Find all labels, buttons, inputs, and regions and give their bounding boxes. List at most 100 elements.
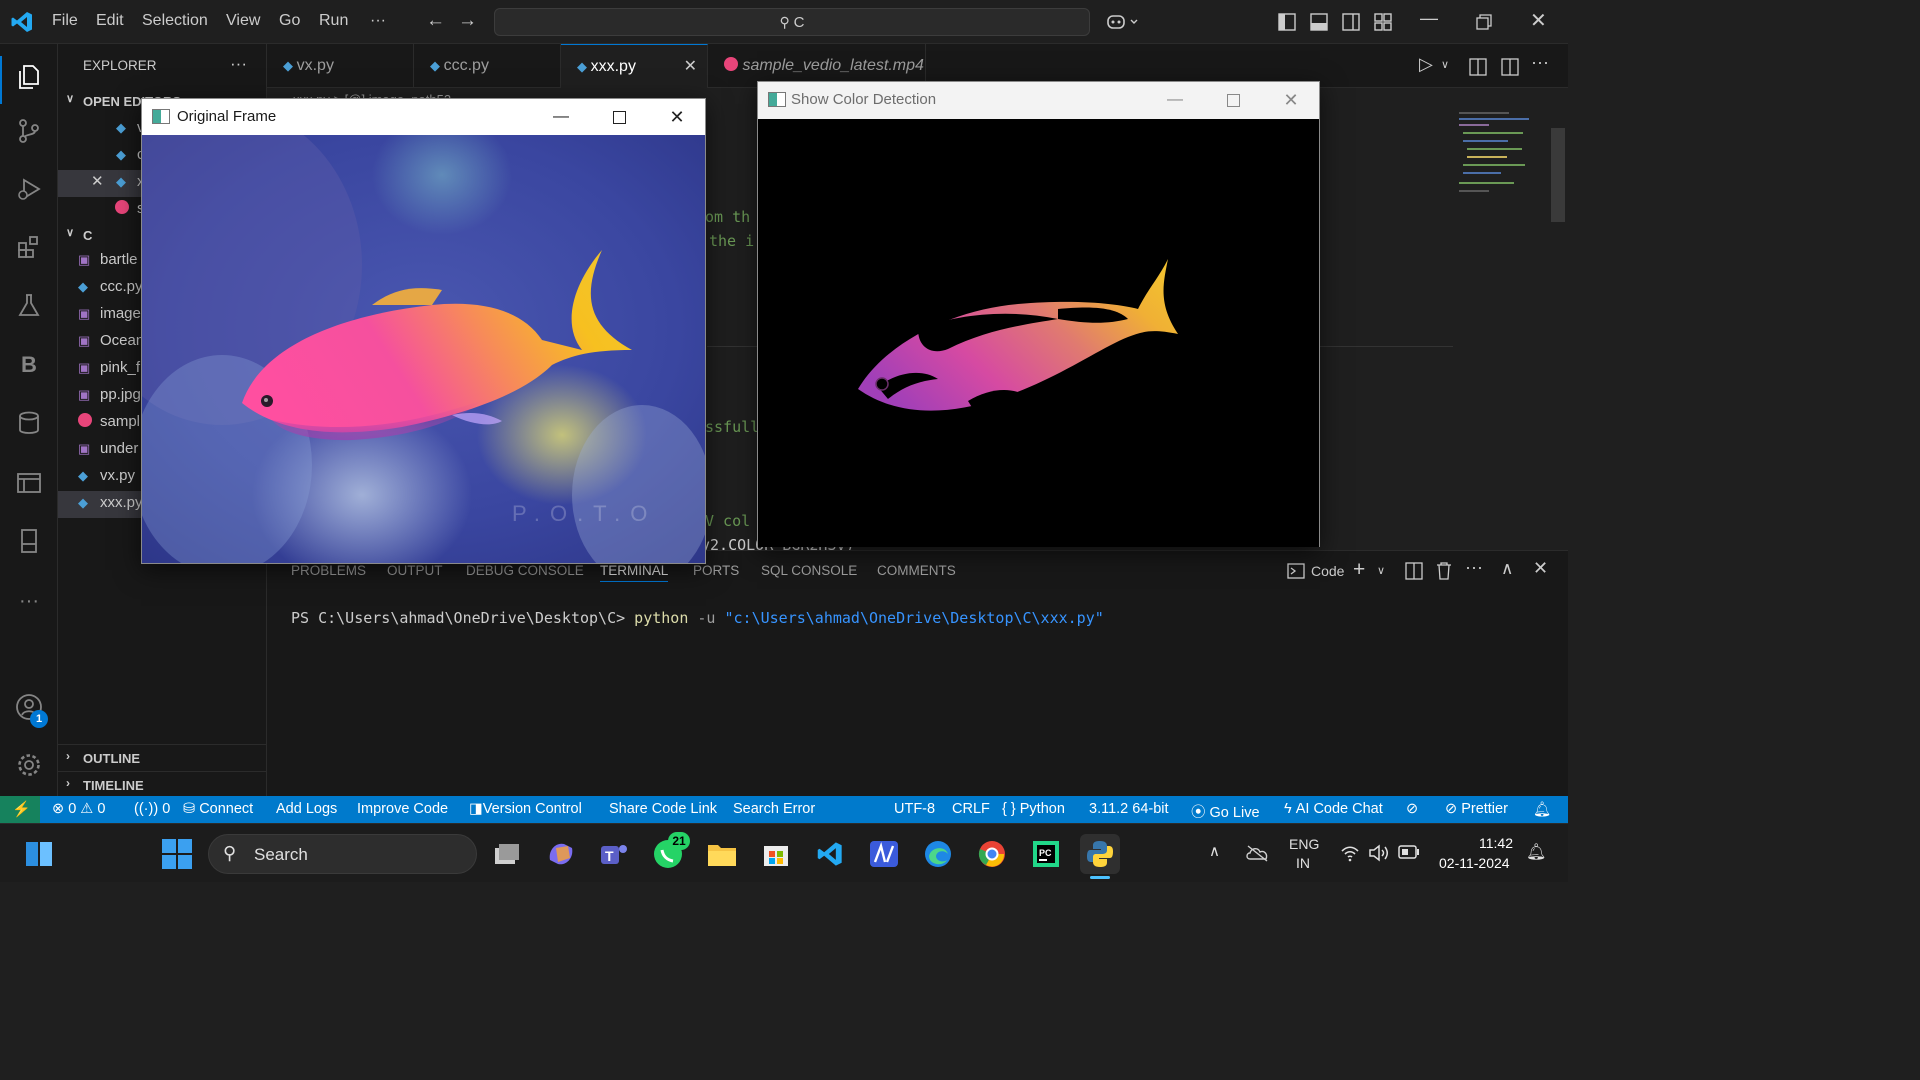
region-indicator[interactable]: IN — [1296, 855, 1310, 871]
copilot-app-icon[interactable] — [541, 834, 581, 874]
edge-icon[interactable] — [918, 834, 958, 874]
customize-layout-icon[interactable] — [1374, 13, 1392, 31]
prettier-status[interactable]: ⊘ Prettier — [1445, 801, 1508, 817]
split-editor-icon[interactable] — [1501, 58, 1519, 76]
maximize-icon[interactable] — [591, 99, 647, 135]
menu-run[interactable]: Run — [319, 12, 348, 30]
explorer-more-icon[interactable]: ··· — [230, 54, 247, 74]
eol-status[interactable]: CRLF — [952, 801, 990, 817]
remote-indicator[interactable]: ⚡ — [0, 796, 40, 823]
menu-file[interactable]: File — [52, 12, 78, 30]
toggle-sidebar-icon[interactable] — [1278, 13, 1296, 31]
tab-output[interactable]: OUTPUT — [387, 563, 443, 578]
vscode-taskbar-icon[interactable] — [810, 834, 850, 874]
maximize-icon[interactable] — [1205, 82, 1261, 118]
tab-xxx[interactable]: ◆ xxx.py ✕ — [561, 44, 708, 88]
teams-icon[interactable]: T — [594, 834, 634, 874]
connect-status[interactable]: ⛁ Connect — [183, 801, 253, 817]
testing-flask-icon[interactable] — [12, 288, 46, 322]
close-panel-icon[interactable]: ✕ — [1533, 558, 1548, 579]
menu-more[interactable]: ··· — [370, 12, 386, 30]
color-detection-window[interactable]: Show Color Detection — ✕ — [757, 81, 1320, 547]
close-tab-icon[interactable]: ✕ — [684, 45, 697, 89]
editor-scrollbar[interactable] — [1551, 128, 1565, 222]
notifications-bell-icon[interactable]: 🔔︎ — [1533, 801, 1551, 818]
version-control-button[interactable]: ◨Version Control — [469, 801, 582, 817]
notebook-icon[interactable] — [12, 524, 46, 558]
run-file-icon[interactable]: ▷ — [1419, 54, 1433, 75]
split-terminal-icon[interactable] — [1405, 562, 1423, 580]
timeline-header[interactable]: › TIMELINE — [58, 771, 267, 798]
battery-icon[interactable] — [1398, 845, 1420, 859]
minimize-icon[interactable]: — — [533, 99, 589, 135]
ai-app-icon[interactable] — [864, 834, 904, 874]
notification-bell-icon[interactable]: 🔔︎ — [1526, 842, 1546, 862]
minimize-icon[interactable]: — — [1420, 8, 1438, 29]
problems-status[interactable]: ⊗ 0 ⚠ 0 — [52, 801, 105, 817]
search-error-button[interactable]: Search Error — [733, 801, 815, 817]
share-code-link-button[interactable]: Share Code Link — [609, 801, 717, 817]
go-live-button[interactable]: ⦿ Go Live — [1191, 801, 1260, 822]
command-center-search[interactable]: ⚲ C — [494, 8, 1090, 36]
file-explorer-icon[interactable] — [702, 834, 742, 874]
menu-go[interactable]: Go — [279, 12, 300, 30]
tab-sql-console[interactable]: SQL CONSOLE — [761, 563, 857, 578]
back-arrow-icon[interactable]: ← — [426, 10, 445, 32]
interpreter-status[interactable]: 3.11.2 64-bit — [1089, 801, 1169, 817]
chevron-down-icon[interactable]: ∨ — [1441, 58, 1449, 71]
language-indicator[interactable]: ENG — [1289, 836, 1319, 852]
source-control-icon[interactable] — [12, 114, 46, 148]
python-app-icon[interactable] — [1080, 834, 1120, 874]
show-hidden-icons[interactable]: ∧ — [1209, 842, 1220, 860]
more-actions-icon[interactable]: ··· — [1531, 52, 1549, 73]
close-icon[interactable]: ✕ — [649, 99, 705, 135]
chevron-down-icon[interactable]: ∨ — [1377, 564, 1385, 577]
new-terminal-icon[interactable]: + — [1353, 558, 1365, 582]
tab-ccc[interactable]: ◆ ccc.py — [414, 44, 561, 88]
menu-view[interactable]: View — [226, 12, 260, 30]
encoding-status[interactable]: UTF-8 — [894, 801, 935, 817]
toggle-panel-icon[interactable] — [1310, 13, 1328, 31]
pycharm-icon[interactable]: PC — [1026, 834, 1066, 874]
settings-gear-icon[interactable] — [12, 748, 46, 782]
menu-edit[interactable]: Edit — [96, 12, 124, 30]
run-debug-icon[interactable] — [12, 172, 46, 206]
tab-problems[interactable]: PROBLEMS — [291, 563, 366, 578]
minimize-icon[interactable]: — — [1147, 82, 1203, 118]
extensions-icon[interactable] — [12, 230, 46, 264]
task-view-icon[interactable] — [487, 834, 527, 874]
original-frame-window[interactable]: Original Frame — ✕ P.O.T.O — [141, 98, 706, 564]
explorer-icon[interactable] — [12, 60, 46, 94]
tab-debug-console[interactable]: DEBUG CONSOLE — [466, 563, 584, 578]
add-logs-button[interactable]: Add Logs — [276, 801, 337, 817]
taskbar-search-box[interactable]: ⚲ Search — [208, 834, 477, 874]
chrome-icon[interactable] — [972, 834, 1012, 874]
wifi-icon[interactable] — [1340, 844, 1360, 862]
ai-code-chat-button[interactable]: ϟ AI Code Chat — [1284, 801, 1383, 817]
vscode-logo-icon[interactable] — [10, 10, 34, 34]
more-views-icon[interactable]: ··· — [12, 584, 46, 618]
toggle-secondary-sidebar-icon[interactable] — [1342, 13, 1360, 31]
menu-selection[interactable]: Selection — [142, 12, 208, 30]
clock-date[interactable]: 02-11-2024 — [1439, 855, 1510, 871]
volume-icon[interactable] — [1368, 843, 1390, 863]
restore-icon[interactable] — [1476, 14, 1492, 30]
maximize-panel-icon[interactable]: ∧ — [1501, 559, 1513, 579]
b-extension-icon[interactable]: B — [12, 348, 46, 382]
terminal-output[interactable]: PS C:\Users\ahmad\OneDrive\Desktop\C> py… — [291, 609, 1104, 627]
forward-arrow-icon[interactable]: → — [458, 10, 477, 32]
onedrive-icon[interactable] — [1245, 844, 1269, 862]
tab-ports[interactable]: PORTS — [693, 563, 739, 578]
open-changes-icon[interactable] — [1469, 58, 1487, 76]
minimap[interactable] — [1457, 112, 1547, 202]
database-icon[interactable] — [12, 406, 46, 440]
start-windows-icon[interactable] — [157, 834, 197, 874]
tab-vx[interactable]: ◆ vx.py — [267, 44, 414, 88]
copilot-icon[interactable] — [1106, 12, 1140, 32]
close-editor-icon[interactable]: ✕ — [91, 172, 104, 190]
window-titlebar[interactable]: Show Color Detection — ✕ — [758, 82, 1319, 118]
store-icon[interactable] — [756, 834, 796, 874]
improve-code-button[interactable]: Improve Code — [357, 801, 448, 817]
close-icon[interactable]: ✕ — [1530, 8, 1547, 33]
tab-comments[interactable]: COMMENTS — [877, 563, 956, 578]
